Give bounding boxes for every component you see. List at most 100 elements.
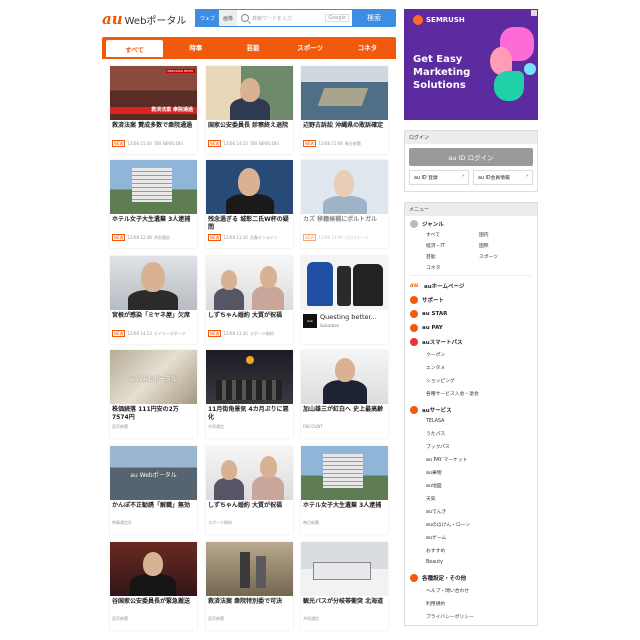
- news-date: 12/08 11:10: [223, 235, 248, 240]
- genre-sports[interactable]: スポーツ: [479, 253, 532, 260]
- tab-current-affairs[interactable]: 時事: [167, 37, 224, 57]
- right-column: SEMRUSH Get Easy Marketing Solutions ログイ…: [404, 9, 538, 626]
- news-thumbnail: au Webポータル: [110, 350, 197, 404]
- news-card[interactable]: 11月街角景気 4カ月ぶりに悪化 共同通信: [206, 350, 293, 438]
- news-card[interactable]: 宮根が感染「ミヤネ屋」欠席 NEW 12/08 14:13 デイリースポーツ: [110, 256, 197, 344]
- chevron-right-icon: ›: [462, 174, 464, 179]
- submenu-item[interactable]: 利用規約: [426, 600, 532, 607]
- news-title: 観光バスが分岐帯衝突 北海道: [303, 598, 384, 605]
- news-card[interactable]: 残念過ぎる 城彰二氏W杯の疑問 NEW 12/08 11:10 文春オンライン: [206, 160, 293, 248]
- au-id-login-button[interactable]: au ID ログイン: [409, 148, 533, 166]
- news-source: 共同通信: [303, 616, 319, 621]
- new-badge: NEW: [303, 140, 317, 147]
- settings-sublist: ヘルプ・問い合わせ 利用規約 プライバシーポリシー: [410, 582, 532, 623]
- submenu-item[interactable]: ヘルプ・問い合わせ: [426, 587, 532, 594]
- news-card[interactable]: 観光バスが分岐帯衝突 北海道 共同通信: [301, 542, 388, 630]
- header: au Webポータル ウェブ 画像 検索ワードを入力 Google 検索: [0, 0, 640, 36]
- submenu-item[interactable]: au果物: [426, 469, 532, 476]
- genre-international[interactable]: 国際: [479, 242, 532, 249]
- sponsored-card[interactable]: Sub Questing better... Subarban: [301, 256, 388, 344]
- watermark: au Webポータル: [130, 472, 177, 479]
- submenu-item[interactable]: TELASA: [426, 419, 532, 424]
- genre-list: すべて 国内 経済・IT 国際 芸能 スポーツ コネタ: [410, 228, 532, 271]
- news-card[interactable]: カズ 移籍候補にポルトガル NEW 12/08 11:08 日刊スポーツ: [301, 160, 388, 248]
- login-heading: ログイン: [405, 131, 537, 144]
- news-card[interactable]: しずちゃん婚約 大質が祝福 NEW 12/08 13:30 スポーツ報知: [206, 256, 293, 344]
- news-meta: 時事通信社: [110, 519, 197, 527]
- submenu-item[interactable]: ブックパス: [426, 443, 532, 450]
- news-date: 12/08 15:08: [318, 141, 343, 146]
- news-card[interactable]: 谷国家公安委員長が緊急搬送 読売新聞: [110, 542, 197, 630]
- new-badge: NEW: [112, 140, 126, 147]
- tab-entertainment[interactable]: 芸能: [224, 37, 281, 57]
- news-card[interactable]: 救済法案 衆院特別委で可決 読売新聞: [206, 542, 293, 630]
- news-card[interactable]: BREAKING NEWS 救済法案 衆院通過 救済法案 賛成多数で衆院通過 N…: [110, 66, 197, 154]
- news-meta: 毎日新聞: [301, 519, 388, 527]
- news-card[interactable]: au Webポータル かんぽ不正勧誘「解職」無効 時事通信社: [110, 446, 197, 534]
- submenu-item[interactable]: auのほけん・ローン: [426, 521, 532, 528]
- adchoices-icon[interactable]: [531, 10, 537, 16]
- tab-all[interactable]: すべて: [106, 40, 164, 57]
- genre-title: ジャンル: [422, 222, 444, 228]
- tab-koneta[interactable]: コネタ: [339, 37, 396, 57]
- news-source: 共同通信: [153, 234, 170, 240]
- submenu-item[interactable]: 天気: [426, 495, 532, 502]
- search-button[interactable]: 検索: [352, 9, 396, 27]
- news-card[interactable]: しずちゃん婚約 大質が祝福 スポーツ報知: [206, 446, 293, 534]
- ad-title: Questing better...: [320, 313, 377, 321]
- submenu-item[interactable]: ショッピング: [426, 377, 532, 384]
- semrush-ad-banner[interactable]: SEMRUSH Get Easy Marketing Solutions: [404, 9, 538, 120]
- search-input[interactable]: 検索ワードを入力: [252, 15, 325, 22]
- submenu-item[interactable]: うたパス: [426, 430, 532, 437]
- news-date: 12/08 13:30: [223, 331, 248, 336]
- news-meta: 共同通信: [206, 423, 293, 431]
- menu-item-au-homepage[interactable]: au auホームページ: [405, 278, 537, 292]
- news-card[interactable]: ホテル女子大生遺棄 3人逮捕 NEW 12/08 12:48 共同通信: [110, 160, 197, 248]
- genre-all[interactable]: すべて: [426, 231, 479, 238]
- news-source: 読売新聞: [112, 424, 128, 429]
- new-badge: NEW: [303, 234, 317, 241]
- ad-thumbnail: [301, 256, 388, 310]
- submenu-item[interactable]: クーポン: [426, 351, 532, 358]
- news-thumbnail: au Webポータル: [110, 446, 197, 500]
- news-thumbnail: [301, 160, 388, 214]
- genre-economy-it[interactable]: 経済・IT: [426, 242, 479, 249]
- login-panel: ログイン au ID ログイン au ID 登録 › au ID会員情報 ›: [404, 130, 538, 192]
- news-card[interactable]: ホテル女子大生遺棄 3人逮捕 毎日新聞: [301, 446, 388, 534]
- menu-item-support[interactable]: サポート: [405, 292, 537, 306]
- submenu-item[interactable]: auゲーム: [426, 534, 532, 541]
- submenu-item[interactable]: auでんき: [426, 508, 532, 515]
- submenu-item[interactable]: au地図: [426, 482, 532, 489]
- submenu-item[interactable]: au PAY マーケット: [426, 456, 532, 463]
- genre-koneta[interactable]: コネタ: [426, 264, 479, 271]
- submenu-item[interactable]: プライバシーポリシー: [426, 613, 532, 620]
- au-id-register-link[interactable]: au ID 登録 ›: [409, 170, 469, 185]
- menu-item-au-star[interactable]: au STAR: [405, 306, 537, 320]
- search-type-image[interactable]: 画像: [219, 10, 238, 26]
- new-badge: NEW: [112, 234, 126, 241]
- submenu-item[interactable]: エンタメ: [426, 364, 532, 371]
- news-card[interactable]: 辺野古訴訟 沖縄県の敗訴確定 NEW 12/08 15:08 毎日新聞: [301, 66, 388, 154]
- menu-item-au-pay[interactable]: au PAY: [405, 320, 537, 334]
- menu-item-smartpass[interactable]: auスマートパス: [410, 338, 532, 346]
- search-type-web[interactable]: ウェブ: [196, 10, 220, 26]
- banner-line-3: Solutions: [413, 80, 466, 91]
- tab-sports[interactable]: スポーツ: [282, 37, 339, 57]
- menu-item-settings[interactable]: 各種設定・その他: [410, 574, 532, 582]
- news-thumbnail: [301, 542, 388, 596]
- submenu-item[interactable]: Beauty: [426, 560, 532, 565]
- news-source: 時事通信社: [112, 520, 132, 525]
- au-id-member-info-link[interactable]: au ID会員情報 ›: [473, 170, 533, 185]
- menu-item-au-service[interactable]: auサービス: [410, 406, 532, 414]
- submenu-item[interactable]: おすすめ: [426, 547, 532, 554]
- genre-domestic[interactable]: 国内: [479, 231, 532, 238]
- submenu-item[interactable]: 各種サービス入会・退会: [426, 390, 532, 397]
- news-card[interactable]: au Webポータル 株価続落 111円安の2万7574円 読売新聞: [110, 350, 197, 438]
- news-date: 12/08 15:44: [127, 141, 152, 146]
- news-card[interactable]: 加山雄三が紅白へ 史上最高齢 ENCOUNT: [301, 350, 388, 438]
- breaking-badge: BREAKING NEWS: [165, 69, 195, 73]
- news-card[interactable]: 国家公安委員長 診察終え退院 NEW 12/08 14:53 TBS NEWS DI…: [206, 66, 293, 154]
- genre-entertainment[interactable]: 芸能: [426, 253, 479, 260]
- au-web-portal-logo[interactable]: au Webポータル: [102, 10, 186, 28]
- news-title: かんぽ不正勧誘「解職」無効: [112, 502, 191, 509]
